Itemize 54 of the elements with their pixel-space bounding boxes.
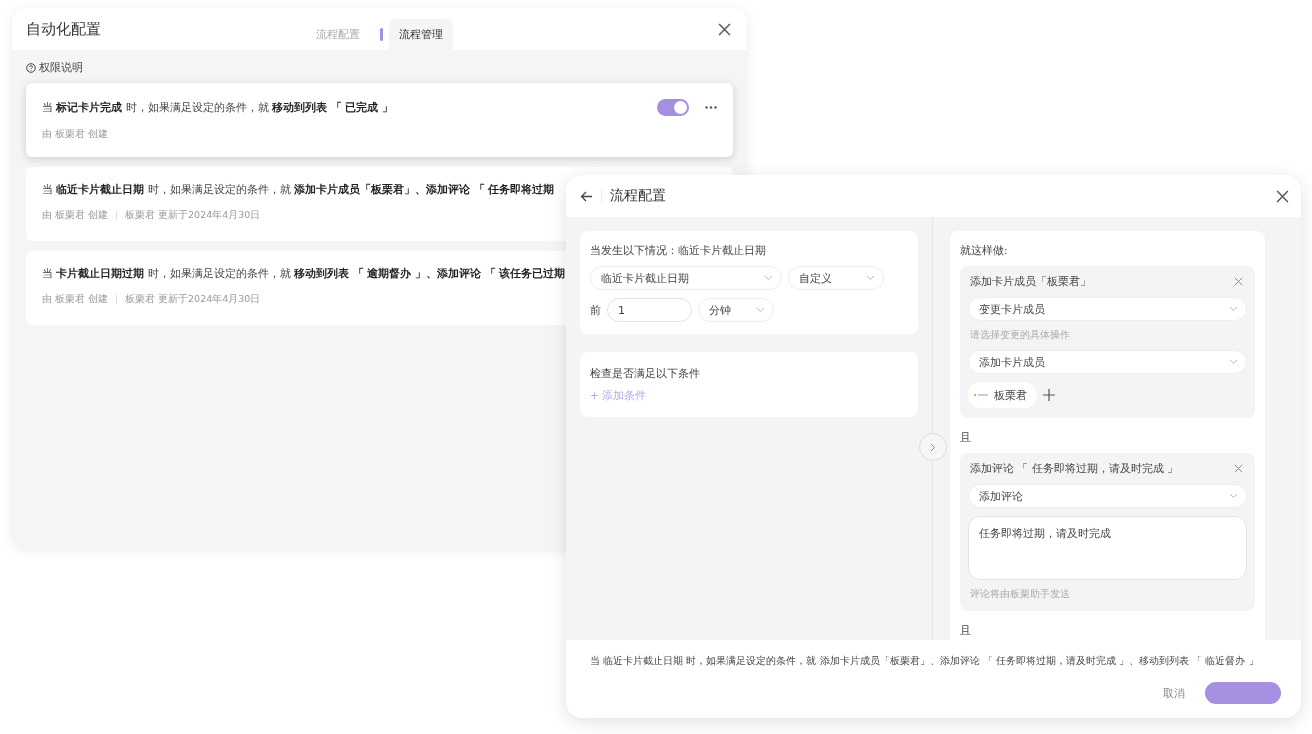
chevron-down-icon xyxy=(1229,493,1238,499)
rule-card[interactable]: 当 标记卡片完成 时，如果满足设定的条件，就 移动到列表 「 已完成 」 由 板栗君 创建 xyxy=(26,83,733,157)
field-label: 前 xyxy=(590,302,601,318)
chevron-down-icon xyxy=(756,307,765,313)
rule-meta: 由 板栗君 创建 xyxy=(42,293,109,306)
chevron-down-icon xyxy=(764,275,773,281)
tab[interactable]: 流程管理 xyxy=(389,19,453,50)
toggle-switch[interactable] xyxy=(657,99,689,116)
window-title: 流程配置 xyxy=(610,187,667,205)
conditions-heading: 检查是否满足以下条件 xyxy=(590,366,701,381)
action-type-select[interactable]: 添加评论 xyxy=(968,484,1247,508)
actions-heading: 就这样做: xyxy=(960,243,1009,258)
action-title: 添加卡片成员「板栗君」 xyxy=(970,274,1091,289)
event-select[interactable]: 临近卡片截止日期 xyxy=(590,266,782,290)
close-icon xyxy=(1276,189,1289,203)
rule-description: 当 临近卡片截止日期 时，如果满足设定的条件，就 添加卡片成员「板栗君」、添加评论 「 任务即将过期 xyxy=(42,183,555,197)
add-member-button[interactable] xyxy=(1043,389,1055,401)
close-icon xyxy=(1234,464,1243,473)
action-title: 添加评论 「 任务即将过期，请及时完成 」 xyxy=(970,461,1179,476)
primary-button[interactable] xyxy=(1205,682,1281,704)
rule-meta: 由 板栗君 创建 xyxy=(42,209,109,222)
rule-description: 当 标记卡片完成 时，如果满足设定的条件，就 移动到列表 「 已完成 」 xyxy=(42,100,393,115)
help-icon xyxy=(26,62,36,73)
action-type-select[interactable]: 变更卡片成员 xyxy=(968,297,1247,321)
close-button[interactable] xyxy=(1276,189,1289,203)
rule-description: 当 卡片截止日期过期 时，如果满足设定的条件，就 移动到列表 「 逾期督办 」、添加评论 「 该任务已过期 xyxy=(42,267,566,281)
plus-icon xyxy=(1043,389,1055,401)
back-button[interactable] xyxy=(580,190,593,202)
hint-text: 评论将由板栗助手发送 xyxy=(969,588,1071,601)
avatar-icon xyxy=(974,393,988,397)
chevron-down-icon xyxy=(1229,359,1238,365)
remove-button[interactable] xyxy=(1234,277,1243,286)
unit-select[interactable]: 分钟 xyxy=(698,298,774,322)
help-link[interactable]: 权限说明 xyxy=(39,60,83,75)
rule-meta: 由 板栗君 创建 xyxy=(42,128,109,141)
back-arrow-icon xyxy=(580,190,593,202)
more-button[interactable] xyxy=(705,106,717,109)
connector-label: 且 xyxy=(960,430,972,445)
more-icon xyxy=(705,106,717,109)
close-icon xyxy=(718,22,731,36)
mode-select[interactable]: 自定义 xyxy=(788,266,884,290)
close-icon xyxy=(1234,277,1243,286)
connector-label: 且 xyxy=(960,623,972,638)
chevron-down-icon xyxy=(1229,306,1238,312)
chevron-down-icon xyxy=(866,275,875,281)
remove-button[interactable] xyxy=(1234,464,1243,473)
comment-field[interactable]: 任务即将过期，请及时完成 xyxy=(968,516,1247,580)
rule-meta: 板栗君 更新于2024年4月30日 xyxy=(125,293,261,306)
operation-select[interactable]: 添加卡片成员 xyxy=(968,350,1247,374)
chevron-right-icon xyxy=(930,442,936,452)
member-chip[interactable]: 板栗君 xyxy=(968,382,1037,408)
rule-meta: 板栗君 更新于2024年4月30日 xyxy=(125,209,261,222)
window-title: 自动化配置 xyxy=(26,19,102,39)
rule-summary: 当 临近卡片截止日期 时，如果满足设定的条件，就 添加卡片成员「板栗君」、添加评论 「 任务即将过期，请及时完成 」、移动到列表 「 临近督办 」 xyxy=(590,654,1259,668)
